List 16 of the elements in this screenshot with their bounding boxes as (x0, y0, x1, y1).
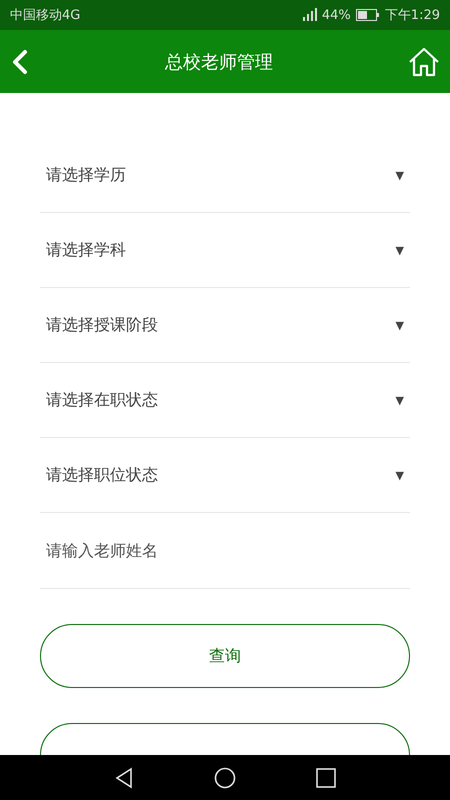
home-icon[interactable] (214, 766, 236, 788)
recents-icon[interactable] (316, 768, 336, 788)
clock-text: 下午1:29 (384, 7, 440, 24)
back-icon[interactable] (114, 766, 134, 788)
battery-percent: 44% (322, 8, 351, 22)
signal-icon (300, 8, 317, 22)
select-field[interactable]: 请选择在职状态 ▼ (40, 363, 410, 438)
select-field[interactable]: 请选择学历 ▼ (40, 138, 410, 213)
page-title: 总校老师管理 (165, 50, 273, 74)
query-button[interactable]: 查询 (40, 624, 410, 688)
name-input[interactable]: 请输入老师姓名 (40, 513, 410, 589)
select-field[interactable]: 请选择职位状态 ▼ (40, 438, 410, 513)
select-field[interactable]: 请选择学科 ▼ (40, 213, 410, 288)
select-field[interactable]: 请选择授课阶段 ▼ (40, 288, 410, 363)
battery-icon (356, 9, 380, 21)
carrier-text: 中国移动4G (10, 7, 80, 24)
